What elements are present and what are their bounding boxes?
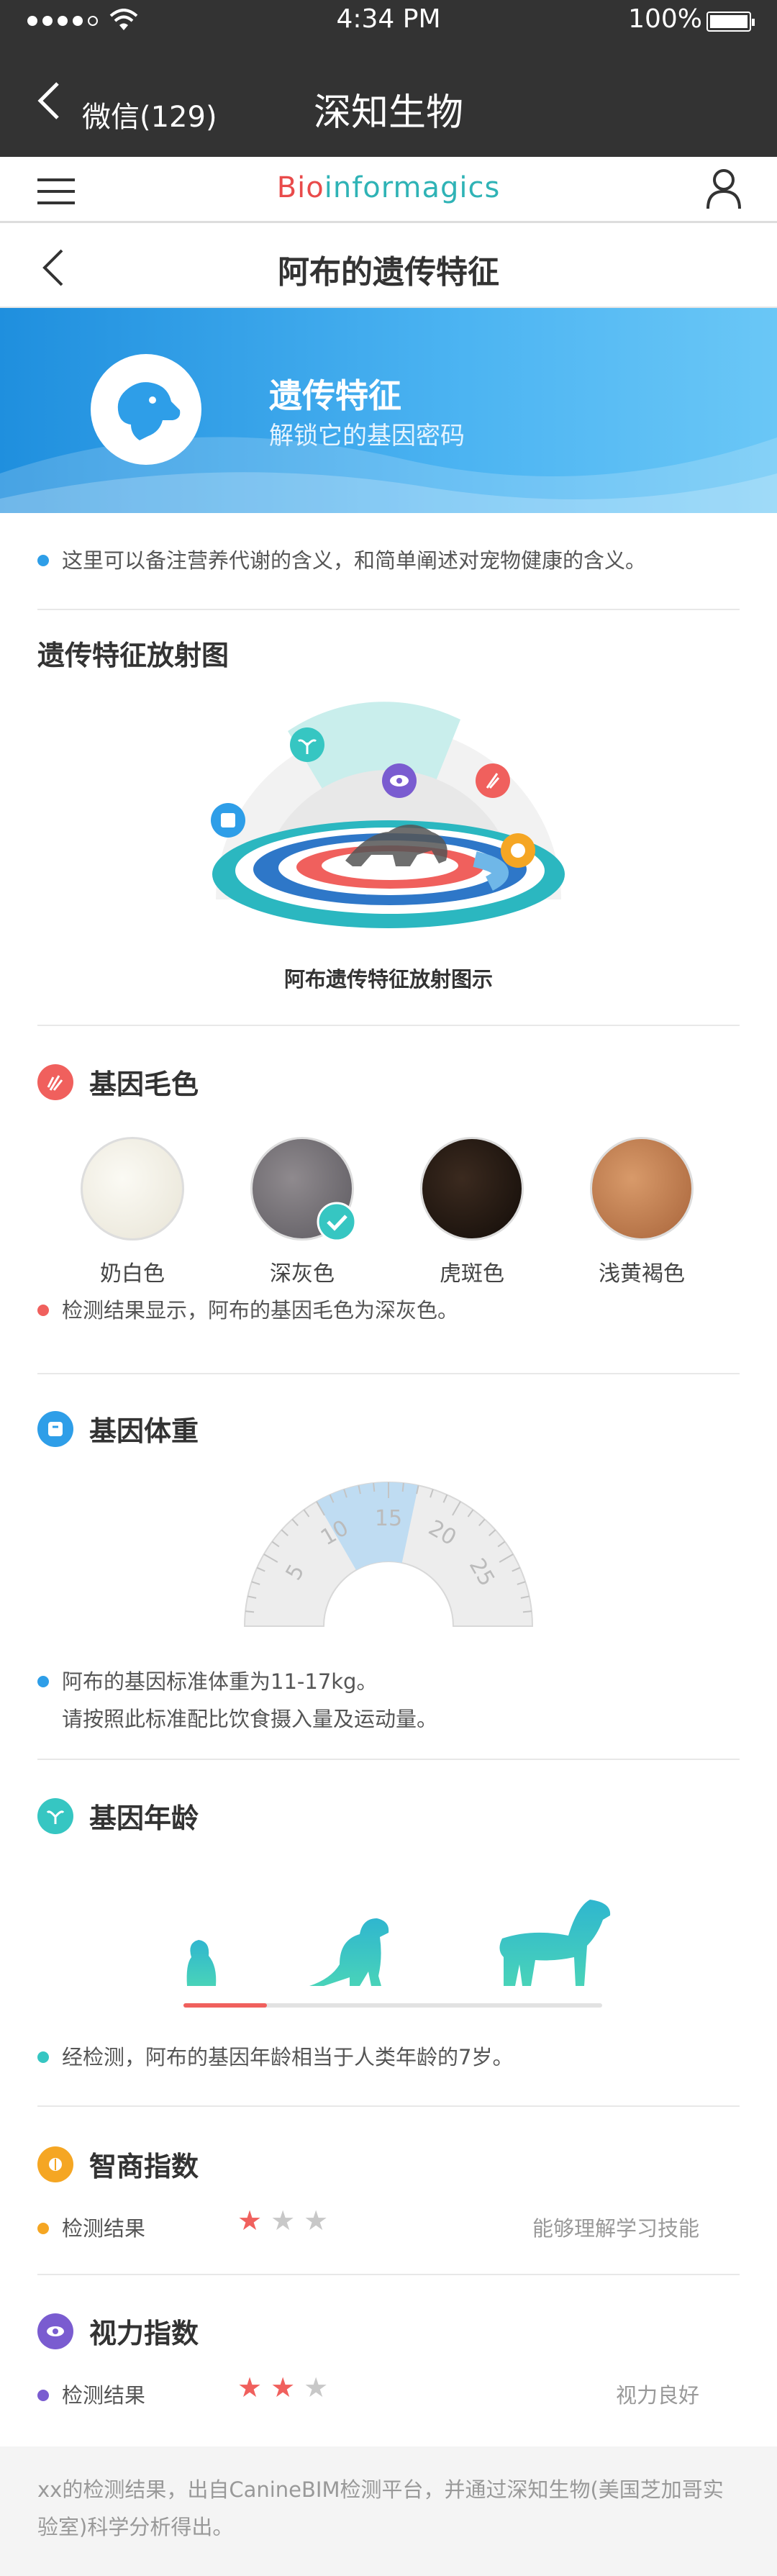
coat-swatch-fawn[interactable]: [590, 1137, 694, 1241]
star-empty-icon: ★: [304, 2205, 337, 2236]
bullet-dot: [37, 1305, 49, 1316]
gauge-tick: [373, 1482, 376, 1492]
divider: [37, 2105, 740, 2107]
weight-result-2: 请按照此标准配比饮食摄入量及运动量。: [62, 1707, 438, 1731]
bullet-dot: [37, 2051, 49, 2063]
age-result: 经检测，阿布的基因年龄相当于人类年龄的7岁。: [37, 2038, 513, 2077]
app-navbar: 微信(129) 深知生物: [0, 43, 777, 157]
banner-title: 遗传特征: [269, 376, 401, 415]
dog-growth-silhouettes: [186, 1900, 611, 1986]
site-header: Bioinformagics: [0, 157, 777, 223]
weight-gauge: 510 15 2025: [243, 1482, 534, 1627]
star-filled-icon: ★: [271, 2372, 304, 2403]
status-bar: 4:34 PM 100%: [0, 0, 777, 43]
nav-title: 深知生物: [313, 91, 463, 135]
brain-icon: [37, 2146, 73, 2182]
coat-swatch-brindle[interactable]: [420, 1137, 524, 1241]
divider: [37, 1025, 740, 1026]
vision-heading: 视力指数: [37, 2311, 199, 2351]
intro-note: 这里可以备注营养代谢的含义，和简单阐述对宠物健康的含义。: [37, 541, 646, 580]
young-dog-silhouette: [309, 1918, 389, 1986]
weight-heading: 基因体重: [37, 1409, 199, 1448]
bullet-dot: [37, 2390, 49, 2401]
divider: [37, 2274, 740, 2275]
coat-swatch-cream[interactable]: [81, 1137, 184, 1241]
page-header: 阿布的遗传特征: [0, 225, 777, 308]
coat-result: 检测结果显示，阿布的基因毛色为深灰色。: [37, 1291, 458, 1330]
coat-heading: 基因毛色: [37, 1062, 199, 1102]
divider: [37, 1373, 740, 1374]
age-progress-track: [183, 2003, 602, 2008]
iq-verdict: 能够理解学习技能: [532, 2216, 699, 2241]
battery-icon: [706, 12, 755, 32]
coat-label: 浅黄褐色: [599, 1261, 685, 1287]
star-empty-icon: ★: [304, 2372, 337, 2403]
page-title: 阿布的遗传特征: [278, 254, 499, 291]
footer-text: xx的检测结果，出自CanineBIM检测平台，并通过深知生物(美国芝加哥实验室…: [37, 2477, 724, 2539]
adult-dog-silhouette: [499, 1900, 611, 1986]
coat-label: 虎斑色: [440, 1261, 504, 1287]
star-empty-icon: ★: [271, 2205, 304, 2236]
fur-icon: [37, 1063, 73, 1100]
radar-heading: 遗传特征放射图: [37, 640, 230, 671]
weight-result-1: 阿布的基因标准体重为11-17kg。: [37, 1662, 377, 1701]
sprout-icon: [37, 1797, 73, 1834]
radar-caption: 阿布遗传特征放射图示: [283, 967, 493, 992]
radar-chart: [211, 702, 565, 928]
vision-stars: ★★★: [237, 2372, 337, 2403]
selected-check-icon: [317, 1202, 357, 1242]
age-progress-fill: [183, 2003, 268, 2008]
age-heading: 基因年龄: [37, 1796, 199, 1836]
brand-logo[interactable]: Bioinformagics: [0, 171, 777, 204]
star-filled-icon: ★: [237, 2205, 271, 2236]
divider: [37, 1759, 740, 1760]
hero-banner: 遗传特征 解锁它的基因密码: [0, 308, 777, 513]
star-filled-icon: ★: [237, 2372, 271, 2403]
iq-heading: 智商指数: [37, 2144, 199, 2184]
bullet-dot: [37, 555, 49, 566]
gauge-tick: [401, 1482, 404, 1492]
vision-row-label: 检测结果: [37, 2379, 145, 2409]
battery-percent: 100%: [628, 4, 702, 34]
gauge-tick-label: 15: [375, 1506, 402, 1531]
footer-note: xx的检测结果，出自CanineBIM检测平台，并通过深知生物(美国芝加哥实验室…: [0, 2446, 777, 2576]
bullet-dot: [37, 1676, 49, 1687]
eye-icon: [37, 2313, 73, 2349]
iq-stars: ★★★: [237, 2205, 337, 2236]
coat-label: 深灰色: [270, 1261, 335, 1287]
dog-avatar: [91, 354, 201, 465]
user-icon[interactable]: [705, 167, 742, 210]
gauge-tick: [245, 1610, 255, 1613]
iq-row-label: 检测结果: [37, 2212, 145, 2242]
coat-label: 奶白色: [100, 1261, 165, 1287]
divider: [37, 609, 740, 610]
puppy-silhouette: [186, 1940, 217, 1986]
vision-verdict: 视力良好: [615, 2383, 699, 2408]
banner-subtitle: 解锁它的基因密码: [269, 422, 465, 450]
gauge-tick: [522, 1610, 532, 1613]
bullet-dot: [37, 2223, 49, 2234]
scale-icon: [37, 1410, 73, 1447]
dog-head-icon: [117, 382, 181, 440]
